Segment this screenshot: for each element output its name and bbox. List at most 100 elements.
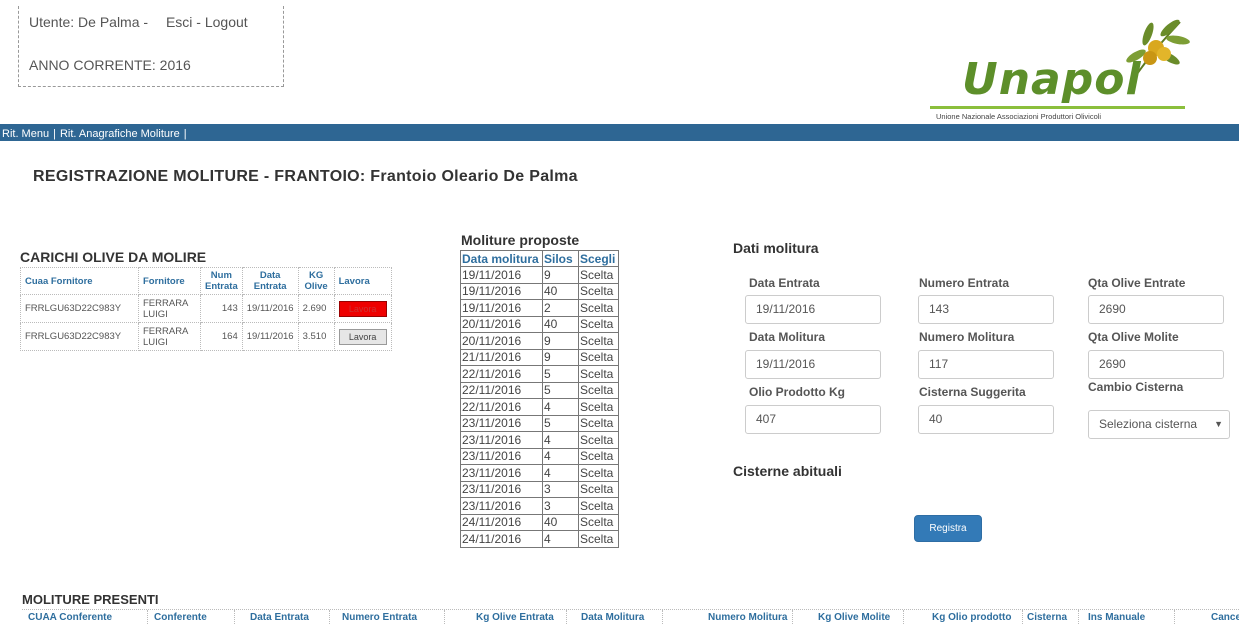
numero-entrata-field[interactable]: 143 [918,295,1054,324]
cell-data-molitura: 19/11/2016 [460,299,543,317]
table-row: 22/11/2016 5 Scelta [460,381,619,399]
carichi-title: CARICHI OLIVE DA MOLIRE [20,249,207,265]
scelta-link[interactable]: Scelta [578,299,619,317]
unapol-logo: Unapol Unione Nazionale Associazioni Pro… [930,14,1195,126]
col-kg-olive: KG Olive [297,267,335,295]
col-numero-entrata: Numero Entrata [342,612,418,623]
proposte-table: Data molitura Silos Scegli 19/11/2016 9 Sc… [460,250,619,548]
cell-silos: 40 [542,315,579,333]
col-conferente: Conferente [154,612,207,623]
numero-molitura-field[interactable]: 117 [918,350,1054,379]
current-year-label: ANNO CORRENTE: 2016 [29,57,191,73]
cell-silos: 4 [542,398,579,416]
data-entrata-label: Data Entrata [749,276,820,290]
scelta-link[interactable]: Scelta [578,480,619,498]
moliture-presenti-title: MOLITURE PRESENTI [22,592,159,607]
cell-data-molitura: 22/11/2016 [460,381,543,399]
scelta-link[interactable]: Scelta [578,282,619,300]
cell-num: 164 [200,322,243,351]
qta-olive-entrate-field[interactable]: 2690 [1088,295,1224,324]
cell-silos: 40 [542,282,579,300]
cell-data-molitura: 21/11/2016 [460,348,543,366]
scelta-link[interactable]: Scelta [578,414,619,432]
registra-button[interactable]: Registra [914,515,982,542]
nav-menu-link[interactable]: Rit. Menu [2,128,49,140]
table-row: 23/11/2016 3 Scelta [460,480,619,498]
scelta-link[interactable]: Scelta [578,266,619,284]
page-title: REGISTRAZIONE MOLITURE - FRANTOIO: Frant… [33,168,578,185]
cell-data-molitura: 23/11/2016 [460,447,543,465]
cell-data-molitura: 19/11/2016 [460,266,543,284]
table-row: 19/11/2016 2 Scelta [460,299,619,317]
cell-silos: 5 [542,365,579,383]
scelta-link[interactable]: Scelta [578,365,619,383]
table-row: FRRLGU63D22C983Y FERRARA LUIGI 143 19/11… [20,294,392,323]
cell-data-molitura: 20/11/2016 [460,315,543,333]
col-numero-molitura: Numero Molitura [708,612,788,623]
scelta-link[interactable]: Scelta [578,332,619,350]
scelta-link[interactable]: Scelta [578,513,619,531]
cell-silos: 9 [542,348,579,366]
data-molitura-field[interactable]: 19/11/2016 [745,350,881,379]
scelta-link[interactable]: Scelta [578,464,619,482]
cell-silos: 3 [542,480,579,498]
scelta-link[interactable]: Scelta [578,381,619,399]
scelta-link[interactable]: Scelta [578,497,619,515]
cell-cuaa: FRRLGU63D22C983Y [20,294,139,323]
cell-num: 143 [200,294,243,323]
cell-data-molitura: 24/11/2016 [460,513,543,531]
table-header-row: Cuaa Fornitore Fornitore Num Entrata Dat… [20,267,392,295]
data-entrata-field[interactable]: 19/11/2016 [745,295,881,324]
page: Utente: De Palma - Esci - Logout ANNO CO… [0,0,1239,625]
col-data-molitura: Data molitura [460,250,543,267]
qta-olive-molite-field[interactable]: 2690 [1088,350,1224,379]
numero-entrata-label: Numero Entrata [919,276,1010,290]
table-row: FRRLGU63D22C983Y FERRARA LUIGI 164 19/11… [20,322,392,351]
col-cuaa-fornitore: Cuaa Fornitore [20,267,139,295]
lavora-button[interactable]: Lavora [338,328,387,345]
select-value: Seleziona cisterna [1099,417,1198,431]
cell-kg: 2.690 [297,294,335,323]
user-line: Utente: De Palma - Esci - Logout [29,14,248,30]
table-row: 21/11/2016 9 Scelta [460,348,619,366]
nav-bar: Rit. Menu | Rit. Anagrafiche Moliture | [0,124,1239,141]
col-cisterna: Cisterna [1027,612,1068,623]
col-cancella: Cance [1211,612,1239,623]
col-silos: Silos [542,250,579,267]
numero-molitura-label: Numero Molitura [919,330,1015,344]
nav-separator: | [53,128,56,140]
table-row: 24/11/2016 4 Scelta [460,530,619,548]
cell-data-molitura: 22/11/2016 [460,365,543,383]
olio-prodotto-label: Olio Prodotto Kg [749,385,845,399]
scelta-link[interactable]: Scelta [578,431,619,449]
table-row: 19/11/2016 40 Scelta [460,282,619,300]
olio-prodotto-field[interactable]: 407 [745,405,881,434]
cell-action: Lavora [333,322,392,351]
table-header-row: Data molitura Silos Scegli [460,250,619,267]
col-fornitore: Fornitore [138,267,201,295]
cambio-cisterna-select[interactable]: Seleziona cisterna ▼ [1088,410,1230,439]
cell-silos: 9 [542,332,579,350]
cell-silos: 4 [542,464,579,482]
table-row: 20/11/2016 9 Scelta [460,332,619,350]
scelta-link[interactable]: Scelta [578,348,619,366]
cell-data-molitura: 23/11/2016 [460,414,543,432]
nav-anagrafiche-link[interactable]: Rit. Anagrafiche Moliture [60,128,180,140]
cell-kg: 3.510 [297,322,335,351]
col-kg-olio-prodotto: Kg Olio prodotto [932,612,1012,623]
scelta-link[interactable]: Scelta [578,447,619,465]
cell-data-molitura: 19/11/2016 [460,282,543,300]
scelta-link[interactable]: Scelta [578,398,619,416]
logout-link[interactable]: Esci - Logout [166,14,248,30]
cell-silos: 5 [542,381,579,399]
scelta-link[interactable]: Scelta [578,530,619,548]
cell-data-molitura: 23/11/2016 [460,480,543,498]
lavora-button[interactable]: Lavora [338,300,387,317]
moliture-presenti-header: CUAA Conferente Conferente Data Entrata … [22,609,1239,625]
cisterna-suggerita-field[interactable]: 40 [918,405,1054,434]
col-num-entrata: Num Entrata [200,267,243,295]
proposte-title: Moliture proposte [461,232,580,248]
cisterna-suggerita-label: Cisterna Suggerita [919,385,1026,399]
table-row: 23/11/2016 4 Scelta [460,431,619,449]
scelta-link[interactable]: Scelta [578,315,619,333]
